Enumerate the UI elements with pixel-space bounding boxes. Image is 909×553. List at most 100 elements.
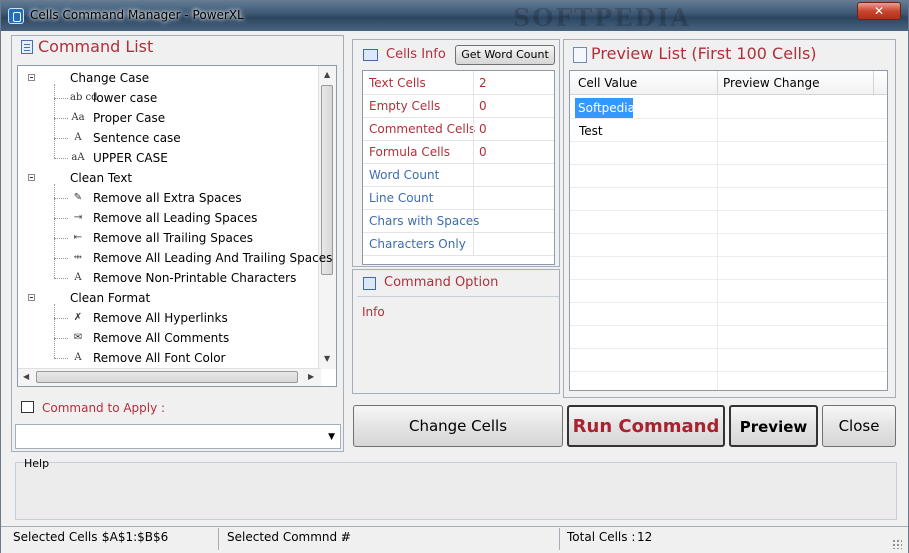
collapse-icon[interactable] bbox=[28, 294, 35, 301]
window-title: Cells Command Manager - PowerXL bbox=[30, 8, 244, 22]
status-bar: Selected Cells : $A$1:$B$6 Selected Comm… bbox=[1, 526, 908, 553]
tree-group-label: Clean Text bbox=[70, 171, 133, 185]
horizontal-scroll-thumb[interactable] bbox=[36, 371, 298, 383]
cells-info-row: Formula Cells 0 bbox=[363, 140, 554, 164]
font-color-icon: A bbox=[74, 352, 82, 363]
table-row[interactable] bbox=[570, 302, 887, 326]
table-row[interactable] bbox=[570, 256, 887, 280]
cells-info-row: Word Count bbox=[363, 163, 554, 187]
table-row[interactable] bbox=[570, 187, 887, 211]
cells-info-value: 0 bbox=[479, 122, 487, 136]
cells-info-label: Formula Cells bbox=[369, 145, 451, 159]
command-option-header: Command Option bbox=[357, 270, 559, 297]
sentence-case-a-icon: A bbox=[74, 132, 82, 143]
tree-group-label: Change Case bbox=[70, 71, 150, 85]
cells-info-table: Text Cells 2 Empty Cells 0 Commented Cells 0 F… bbox=[362, 70, 555, 265]
tree-item-label: Remove All Leading And Trailing Spaces bbox=[93, 251, 333, 265]
lowercase-ab-cd-icon: ab cd bbox=[70, 92, 98, 103]
preview-list-title: Preview List (First 100 Cells) bbox=[591, 44, 817, 63]
column-header-preview-change[interactable]: Preview Change bbox=[723, 76, 819, 90]
command-to-apply-section: Command to Apply : bbox=[12, 393, 342, 420]
preview-button[interactable]: Preview bbox=[729, 405, 818, 447]
scroll-left-arrow-icon[interactable]: ◀ bbox=[23, 372, 29, 381]
table-row[interactable] bbox=[570, 141, 887, 165]
command-option-info: Info bbox=[362, 305, 385, 319]
run-command-button[interactable]: Run Command bbox=[567, 405, 725, 447]
window-close-button[interactable]: ✕ bbox=[857, 2, 901, 20]
table-row[interactable] bbox=[570, 371, 887, 390]
help-section: Help bbox=[13, 456, 897, 520]
chevron-down-icon[interactable]: ▼ bbox=[328, 432, 335, 442]
help-label: Help bbox=[24, 457, 50, 470]
cell-value[interactable]: Softpedia bbox=[575, 98, 635, 118]
cells-info-row: Empty Cells 0 bbox=[363, 94, 554, 118]
tree-group-label: Clean Format bbox=[70, 291, 151, 305]
document-search-icon bbox=[573, 47, 587, 63]
app-icon[interactable] bbox=[8, 8, 24, 24]
tree-horizontal-scrollbar[interactable]: ◀ ▶ bbox=[18, 368, 321, 386]
eraser-icon: ✎ bbox=[73, 192, 83, 203]
command-list-title: Command List bbox=[38, 37, 154, 56]
comment-remove-icon: ✉ bbox=[73, 332, 83, 343]
info-card-icon bbox=[363, 49, 378, 61]
table-row[interactable] bbox=[570, 233, 887, 257]
preview-grid-header: Cell Value Preview Change bbox=[570, 71, 887, 95]
cells-info-row: Characters Only bbox=[363, 232, 554, 256]
cells-info-label: Chars with Spaces bbox=[369, 214, 480, 228]
scroll-right-arrow-icon[interactable]: ▶ bbox=[308, 372, 314, 381]
cells-info-label: Line Count bbox=[369, 191, 434, 205]
preview-grid[interactable]: Cell Value Preview Change Softpedia Test bbox=[569, 70, 888, 391]
table-row[interactable] bbox=[570, 164, 887, 188]
trim-both-icon: ⇹ bbox=[73, 252, 83, 263]
tree-item-label: UPPER CASE bbox=[93, 151, 168, 165]
cells-info-label: Text Cells bbox=[369, 76, 426, 90]
tree-item-label: Remove All Comments bbox=[93, 331, 230, 345]
preview-list-header: Preview List (First 100 Cells) bbox=[571, 44, 891, 68]
table-row[interactable] bbox=[570, 210, 887, 234]
resize-grip-icon[interactable] bbox=[892, 539, 902, 549]
outdent-icon: ⇤ bbox=[73, 232, 83, 243]
vertical-scroll-thumb[interactable] bbox=[321, 85, 333, 275]
tree-vertical-scrollbar[interactable]: ▲ ▼ bbox=[318, 66, 336, 369]
cells-info-value: 2 bbox=[479, 76, 487, 90]
status-total-cells-value: 12 bbox=[637, 530, 653, 544]
table-row[interactable]: Test bbox=[570, 118, 887, 142]
status-selected-cells-value: $A$1:$B$6 bbox=[102, 530, 169, 544]
scroll-up-arrow-icon[interactable]: ▲ bbox=[324, 70, 330, 79]
cells-info-row: Line Count bbox=[363, 186, 554, 210]
cells-info-row: Chars with Spaces bbox=[363, 209, 554, 233]
scroll-down-arrow-icon[interactable]: ▼ bbox=[324, 354, 330, 363]
command-tree[interactable]: ▲ ▼ ◀ ▶ Change Case ab cd lower case Aa Prop… bbox=[17, 65, 337, 387]
table-row[interactable] bbox=[570, 325, 887, 349]
main-window: Cells Command Manager - PowerXL SOFTPEDI… bbox=[0, 0, 909, 553]
uppercase-aa-icon: aA bbox=[71, 152, 85, 163]
tree-item-label: Proper Case bbox=[93, 111, 166, 125]
cells-info-label: Characters Only bbox=[369, 237, 466, 251]
cells-info-value: 0 bbox=[479, 99, 487, 113]
options-icon bbox=[363, 277, 376, 290]
command-to-apply-dropdown[interactable]: ▼ bbox=[15, 424, 341, 449]
column-header-cell-value[interactable]: Cell Value bbox=[578, 76, 637, 90]
collapse-icon[interactable] bbox=[28, 174, 35, 181]
table-row[interactable] bbox=[570, 348, 887, 372]
change-cells-button[interactable]: Change Cells bbox=[353, 405, 563, 447]
command-to-apply-label: Command to Apply : bbox=[42, 401, 166, 415]
cell-value[interactable]: Test bbox=[576, 121, 606, 141]
list-icon bbox=[21, 40, 33, 54]
status-total-cells-label: Total Cells : bbox=[567, 530, 636, 544]
get-word-count-button[interactable]: Get Word Count bbox=[455, 45, 555, 65]
title-bar[interactable]: Cells Command Manager - PowerXL SOFTPEDI… bbox=[1, 1, 908, 32]
cells-info-row: Commented Cells 0 bbox=[363, 117, 554, 141]
table-row[interactable]: Softpedia bbox=[570, 95, 887, 119]
tree-item-label: lower case bbox=[93, 91, 158, 105]
close-button[interactable]: Close bbox=[822, 405, 896, 447]
collapse-icon[interactable] bbox=[28, 74, 35, 81]
indent-icon: ⇥ bbox=[73, 212, 83, 223]
status-selected-cells-label: Selected Cells : bbox=[13, 530, 106, 544]
nonprintable-icon: A bbox=[74, 272, 82, 283]
command-list-header: Command List bbox=[12, 36, 342, 62]
table-row[interactable] bbox=[570, 279, 887, 303]
cells-info-label: Word Count bbox=[369, 168, 440, 182]
cells-info-row: Text Cells 2 bbox=[363, 71, 554, 95]
tree-item-label: Remove Non-Printable Characters bbox=[93, 271, 297, 285]
